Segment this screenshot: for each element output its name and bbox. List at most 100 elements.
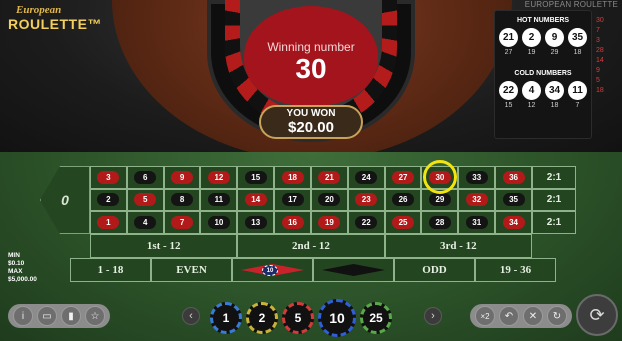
- bet-number-1[interactable]: 1: [90, 211, 127, 234]
- number-label: 21: [318, 170, 341, 184]
- right-toolbar: ×2 ↶ ✕ ↻: [470, 304, 572, 328]
- table-limits: MIN $0.10 MAX $5,000.00: [8, 252, 37, 284]
- bet-1-18[interactable]: 1 - 18: [70, 258, 151, 282]
- number-label: 18: [281, 170, 304, 184]
- bet-column-middle[interactable]: 2:1: [532, 188, 576, 212]
- bet-dozen-3[interactable]: 3rd - 12: [384, 234, 532, 258]
- bet-number-36[interactable]: 36: [495, 166, 532, 189]
- you-won-label: YOU WON: [286, 108, 336, 119]
- bet-number-34[interactable]: 34: [495, 211, 532, 234]
- history-item: 14: [596, 57, 604, 64]
- bet-column-bottom[interactable]: 2:1: [532, 211, 576, 234]
- number-label: 36: [502, 170, 525, 184]
- cold-ball: 4: [522, 81, 541, 100]
- bet-column-top[interactable]: 2:1: [532, 166, 576, 189]
- bet-number-33[interactable]: 33: [458, 166, 496, 189]
- bet-number-9[interactable]: 9: [163, 166, 201, 189]
- number-label: 22: [355, 216, 378, 230]
- chip-selector: 1 2 5 10 25: [210, 299, 392, 337]
- number-label: 26: [392, 193, 415, 207]
- chevron-left-icon[interactable]: ‹: [182, 307, 200, 325]
- repeat-icon[interactable]: ↻: [547, 306, 567, 326]
- number-label: 10: [207, 216, 230, 230]
- bet-number-3[interactable]: 3: [90, 166, 127, 189]
- hot-count: 19: [527, 49, 536, 56]
- number-label: 24: [355, 170, 378, 184]
- favorite-icon[interactable]: ☆: [85, 306, 105, 326]
- bet-number-31[interactable]: 31: [458, 211, 496, 234]
- chip-25[interactable]: 25: [360, 302, 392, 334]
- bet-number-28[interactable]: 28: [421, 211, 459, 234]
- bet-number-8[interactable]: 8: [163, 188, 201, 212]
- bet-number-2[interactable]: 2: [90, 188, 127, 212]
- history-item: 18: [596, 87, 604, 94]
- bet-number-12[interactable]: 12: [200, 166, 238, 189]
- bet-number-32[interactable]: 32: [458, 188, 496, 212]
- bet-number-35[interactable]: 35: [495, 188, 532, 212]
- bet-number-5[interactable]: 5: [126, 188, 164, 212]
- cold-numbers-row: 22 15 4 12 34 18 11 7: [495, 81, 591, 109]
- double-icon[interactable]: ×2: [475, 306, 495, 326]
- number-grid: 3 6 9 12 15 18 21 24 27 30 33 36 2 5 8 11 14 17 20 23 26 29 32…: [90, 166, 532, 234]
- bet-number-17[interactable]: 17: [274, 188, 311, 212]
- bet-number-27[interactable]: 27: [384, 166, 422, 189]
- bet-odd[interactable]: ODD: [394, 258, 475, 282]
- stats-icon[interactable]: ▮: [61, 306, 81, 326]
- outside-bets: 1 - 18 EVEN ODD 19 - 36: [70, 258, 556, 282]
- bet-number-7[interactable]: 7: [163, 211, 201, 234]
- cold-ball: 11: [568, 81, 587, 100]
- number-label: 14: [244, 193, 267, 207]
- chat-icon[interactable]: ▭: [37, 306, 57, 326]
- history-item: 7: [596, 27, 600, 34]
- spin-icon[interactable]: ⟳: [576, 294, 618, 336]
- chip-5[interactable]: 5: [282, 302, 314, 334]
- bet-number-15[interactable]: 15: [237, 166, 275, 189]
- number-label: 4: [134, 216, 157, 230]
- number-label: 25: [392, 216, 415, 230]
- bet-number-19[interactable]: 19: [310, 211, 348, 234]
- hot-count: 29: [550, 49, 559, 56]
- bet-number-22[interactable]: 22: [347, 211, 385, 234]
- bet-black[interactable]: [313, 258, 394, 282]
- bet-number-4[interactable]: 4: [126, 211, 164, 234]
- bet-number-24[interactable]: 24: [347, 166, 385, 189]
- bet-number-6[interactable]: 6: [126, 166, 164, 189]
- bet-number-23[interactable]: 23: [347, 188, 385, 212]
- clear-icon[interactable]: ✕: [523, 306, 543, 326]
- number-label: 15: [244, 170, 267, 184]
- number-label: 16: [281, 216, 304, 230]
- chip-10[interactable]: 10: [318, 299, 356, 337]
- bet-dozen-2[interactable]: 2nd - 12: [237, 234, 385, 258]
- hot-ball: 2: [522, 28, 541, 47]
- bet-number-16[interactable]: 16: [274, 211, 311, 234]
- hot-ball: 35: [568, 28, 587, 47]
- number-label: 29: [428, 193, 451, 207]
- chip-2[interactable]: 2: [246, 302, 278, 334]
- placed-bet-chip[interactable]: 10: [262, 265, 278, 276]
- number-label: 27: [392, 170, 415, 184]
- bet-number-18[interactable]: 18: [274, 166, 311, 189]
- bet-number-14[interactable]: 14: [237, 188, 275, 212]
- bet-dozen-1[interactable]: 1st - 12: [90, 234, 238, 258]
- info-icon[interactable]: i: [13, 306, 33, 326]
- hot-number: 21 27: [499, 28, 519, 56]
- bet-number-25[interactable]: 25: [384, 211, 422, 234]
- bet-number-11[interactable]: 11: [200, 188, 238, 212]
- undo-icon[interactable]: ↶: [499, 306, 519, 326]
- bet-number-20[interactable]: 20: [310, 188, 348, 212]
- bet-number-21[interactable]: 21: [310, 166, 348, 189]
- bet-number-10[interactable]: 10: [200, 211, 238, 234]
- chevron-right-icon[interactable]: ›: [424, 307, 442, 325]
- hot-numbers-row: 21 27 2 19 9 29 35 18: [495, 28, 591, 56]
- number-label: 5: [134, 193, 157, 207]
- chip-1[interactable]: 1: [210, 302, 242, 334]
- cold-numbers-title: COLD NUMBERS: [514, 70, 572, 77]
- bet-even[interactable]: EVEN: [151, 258, 232, 282]
- bet-19-36[interactable]: 19 - 36: [475, 258, 556, 282]
- bet-number-13[interactable]: 13: [237, 211, 275, 234]
- number-label: 23: [355, 193, 378, 207]
- bet-number-26[interactable]: 26: [384, 188, 422, 212]
- logo-line2: ROULETTE™: [8, 16, 102, 32]
- history-item: 3: [596, 37, 600, 44]
- hot-number: 9 29: [545, 28, 565, 56]
